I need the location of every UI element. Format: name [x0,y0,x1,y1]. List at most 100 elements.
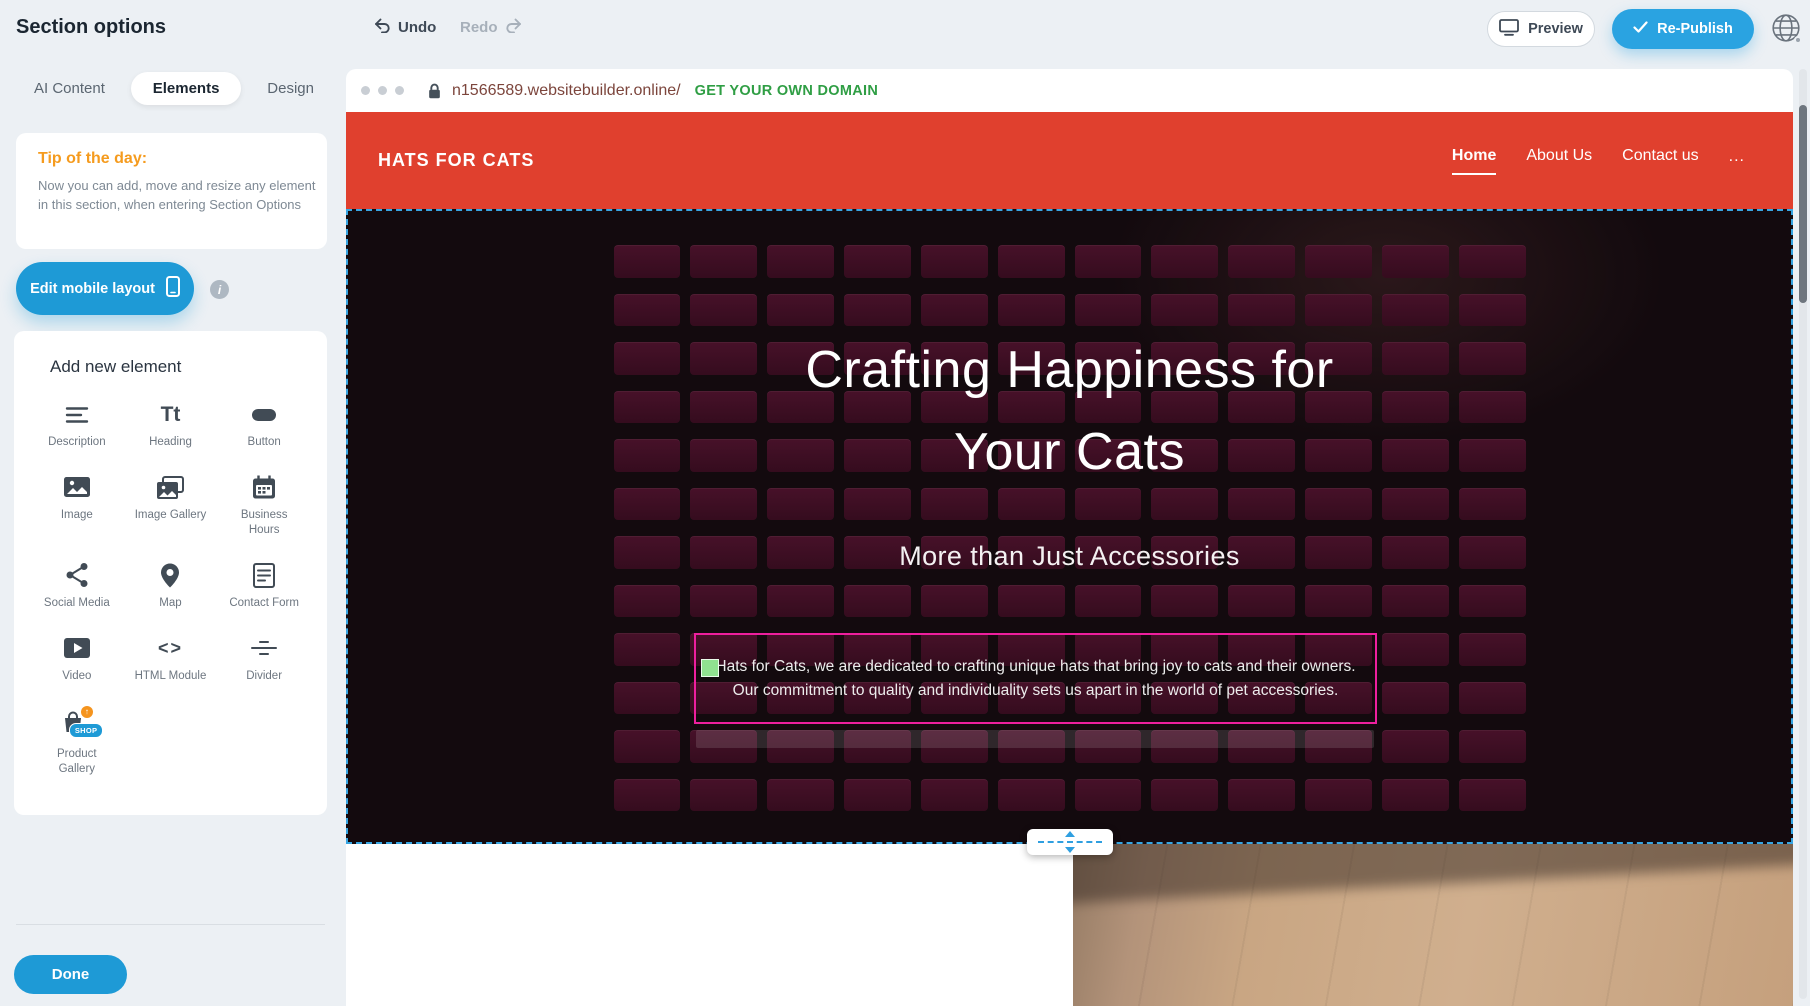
hero-tile [998,585,1065,618]
hero-subtitle: More than Just Accessories [348,541,1791,572]
hero-tile [1382,585,1449,618]
element-html-module[interactable]: <> HTML Module [124,629,218,690]
tab-elements[interactable]: Elements [131,72,242,105]
nav-more-button[interactable]: ... [1729,148,1745,174]
social-media-icon [66,562,88,589]
preview-button[interactable]: Preview [1487,11,1595,47]
hero-tile [690,294,757,327]
hero-tile [1228,585,1295,618]
element-divider[interactable]: Divider [217,629,311,690]
hero-tile [1459,294,1526,327]
window-dot [361,86,370,95]
edit-mobile-layout-button[interactable]: Edit mobile layout [16,262,194,315]
section-resize-handle[interactable] [1027,829,1113,855]
image-gallery-icon [157,474,184,501]
window-dot [395,86,404,95]
element-label: Description [48,435,106,450]
element-label: Contact Form [229,596,299,611]
hero-tile [614,779,681,812]
add-panel-title: Add new element [50,357,311,377]
hero-title-line2: Your Cats [348,411,1791,493]
element-product-gallery[interactable]: ↑ SHOP Product Gallery [30,702,124,783]
hero-tile [1382,779,1449,812]
hero-tile [1382,245,1449,278]
button-icon [251,401,277,428]
element-map[interactable]: Map [124,556,218,617]
hero-tile [1151,245,1218,278]
site-nav: Home About Us Contact us ... [1452,112,1745,209]
sidebar-tabs: AI Content Elements Design [16,70,332,106]
sidebar-divider [16,924,325,925]
hero-tile [1305,245,1372,278]
element-label: Heading [149,435,192,450]
monitor-icon [1499,19,1519,40]
image-icon [64,474,90,501]
element-video[interactable]: Video [30,629,124,690]
scrollbar-track[interactable] [1799,69,1807,999]
hero-tile [614,682,681,715]
hero-tile [998,779,1065,812]
hero-tile [1075,585,1142,618]
hero-tile [1382,633,1449,666]
element-label: Business Hours [228,508,300,538]
element-description[interactable]: Description [30,395,124,456]
hero-tile [1382,294,1449,327]
nav-home[interactable]: Home [1452,147,1496,175]
window-dot [378,86,387,95]
republish-button[interactable]: Re-Publish [1612,9,1754,49]
undo-label: Undo [398,19,436,36]
element-label: Button [248,435,281,450]
hero-tile [1151,294,1218,327]
hero-tile [1228,245,1295,278]
site-logo[interactable]: HATS FOR CATS [378,150,534,171]
hero-tile [1459,682,1526,715]
selected-description-element[interactable]: Hats for Cats, we are dedicated to craft… [694,633,1377,724]
hero-tile [1075,245,1142,278]
undo-icon [374,18,391,37]
shop-badge: SHOP [69,723,103,738]
hero-section[interactable]: Crafting Happiness for Your Cats More th… [346,209,1793,844]
arrow-up-icon [1065,831,1075,837]
map-pin-icon [161,562,179,589]
hero-tile [844,245,911,278]
element-button[interactable]: Button [217,395,311,456]
video-icon [64,635,90,662]
get-domain-link[interactable]: GET YOUR OWN DOMAIN [695,83,878,99]
tab-ai-content[interactable]: AI Content [34,80,105,97]
hero-tile [921,779,988,812]
element-image-gallery[interactable]: Image Gallery [124,468,218,544]
element-business-hours[interactable]: Business Hours [217,468,311,544]
element-ghost-bar [696,730,1374,748]
redo-button[interactable]: Redo [460,18,522,37]
hero-tile [767,294,834,327]
hero-tile [1459,779,1526,812]
hero-tile [1305,294,1372,327]
site-header: HATS FOR CATS Home About Us Contact us .… [346,112,1793,209]
resize-handle-icon[interactable] [701,659,719,677]
element-label: Video [62,669,91,684]
hero-tile [1459,585,1526,618]
hero-tile [614,633,681,666]
hero-tile [1151,779,1218,812]
element-label: HTML Module [135,669,207,684]
hero-tile [998,294,1065,327]
element-social-media[interactable]: Social Media [30,556,124,617]
undo-button[interactable]: Undo [374,18,436,37]
nav-about-us[interactable]: About Us [1526,147,1592,175]
preview-label: Preview [1528,21,1583,37]
next-section-photo[interactable] [1073,844,1793,1006]
next-section-white[interactable] [346,844,1073,1006]
done-button[interactable]: Done [14,955,127,994]
scrollbar-thumb[interactable] [1799,105,1807,303]
language-globe-button[interactable] [1768,10,1804,46]
element-image[interactable]: Image [30,468,124,544]
site-url[interactable]: n1566589.websitebuilder.online/ [452,82,681,100]
element-contact-form[interactable]: Contact Form [217,556,311,617]
hero-description: Hats for Cats, we are dedicated to craft… [712,655,1359,702]
hero-tile [921,585,988,618]
hero-title-line1: Crafting Happiness for [348,329,1791,411]
tab-design[interactable]: Design [267,80,314,97]
element-heading[interactable]: Tt Heading [124,395,218,456]
nav-contact-us[interactable]: Contact us [1622,147,1698,175]
info-icon[interactable]: i [210,280,229,299]
